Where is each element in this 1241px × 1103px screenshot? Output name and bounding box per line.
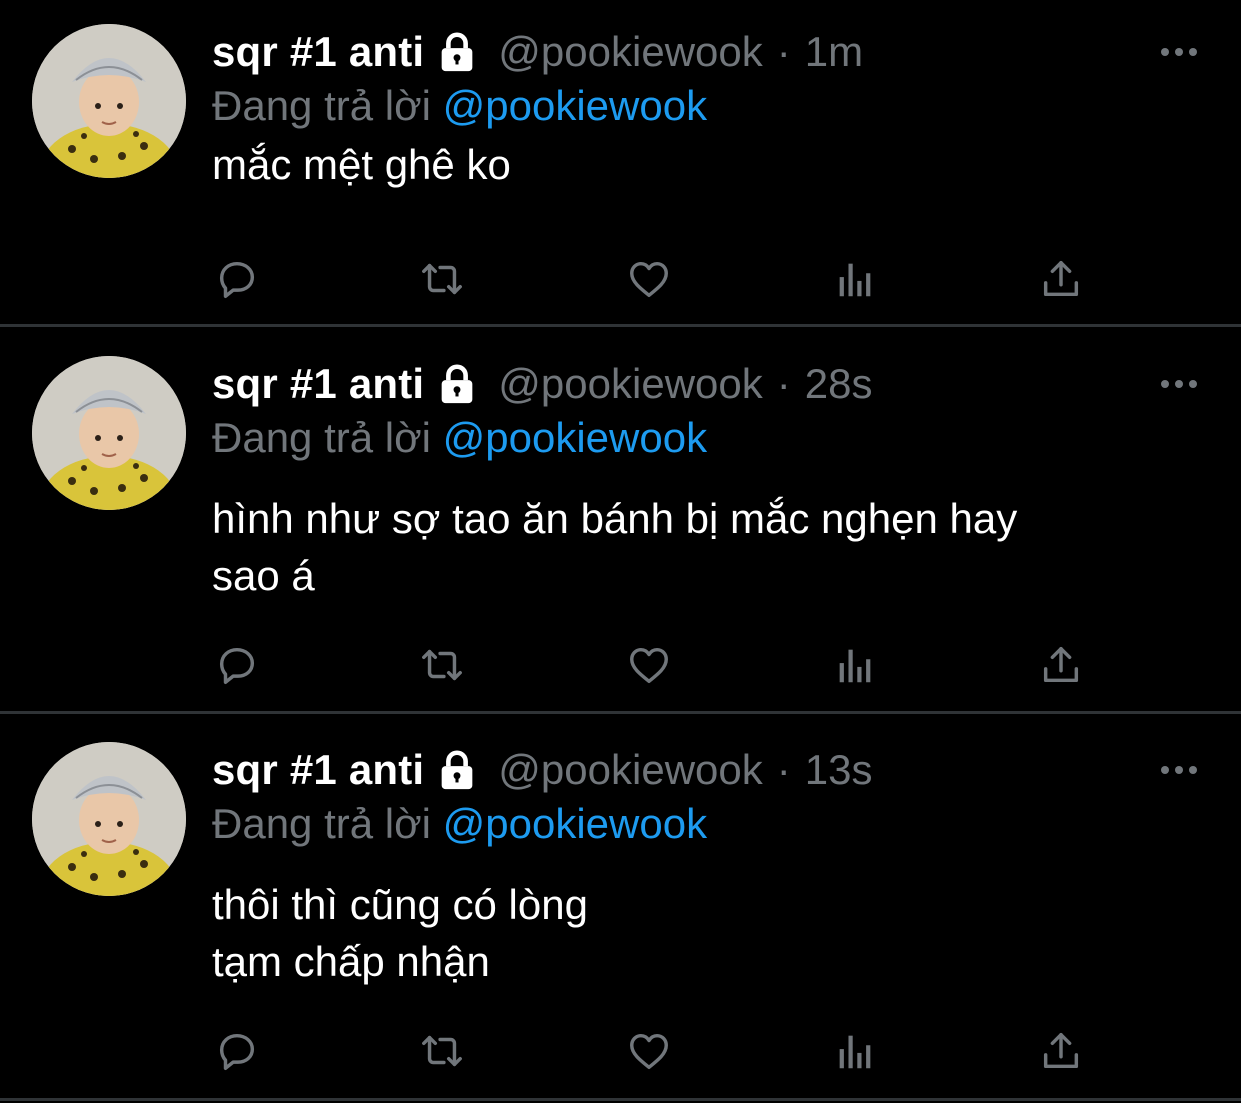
display-name[interactable]: sqr #1 anti bbox=[212, 746, 424, 794]
user-handle[interactable]: @pookiewook bbox=[498, 360, 762, 408]
tweet-text: thôi thì cũng có lòng tạm chấp nhận bbox=[212, 876, 1202, 990]
tweet-text-line: sao á bbox=[212, 552, 315, 599]
replying-to: Đang trả lời @pookiewook bbox=[212, 800, 707, 848]
action-bar bbox=[212, 1026, 1112, 1076]
views-icon[interactable] bbox=[830, 254, 880, 304]
tweet-text: hình như sợ tao ăn bánh bị mắc nghẹn hay… bbox=[212, 490, 1202, 604]
user-handle[interactable]: @pookiewook bbox=[498, 28, 762, 76]
replying-to-mention[interactable]: @pookiewook bbox=[443, 82, 707, 129]
separator-dot: · bbox=[776, 28, 791, 75]
replying-to-mention[interactable]: @pookiewook bbox=[443, 414, 707, 461]
replying-to-label: Đang trả lời bbox=[212, 800, 431, 847]
lock-icon bbox=[434, 29, 480, 75]
replying-to-label: Đang trả lời bbox=[212, 82, 431, 129]
views-icon[interactable] bbox=[830, 640, 880, 690]
replying-to: Đang trả lời @pookiewook bbox=[212, 82, 707, 130]
replying-to: Đang trả lời @pookiewook bbox=[212, 414, 707, 462]
replying-to-label: Đang trả lời bbox=[212, 414, 431, 461]
tweet-header: sqr #1 anti @pookiewook · 28s bbox=[212, 356, 872, 412]
separator-dot: · bbox=[776, 746, 791, 793]
share-icon[interactable] bbox=[1036, 640, 1086, 690]
tweet[interactable]: sqr #1 anti @pookiewook · 1m Đang trả lờ… bbox=[0, 24, 1241, 324]
retweet-icon[interactable] bbox=[417, 1026, 467, 1076]
timestamp[interactable]: 28s bbox=[805, 360, 873, 408]
avatar-image bbox=[32, 24, 186, 178]
separator-dot: · bbox=[776, 360, 791, 407]
tweet[interactable]: sqr #1 anti @pookiewook · 28s Đang trả l… bbox=[0, 356, 1241, 712]
timestamp[interactable]: 1m bbox=[805, 28, 863, 76]
tweet[interactable]: sqr #1 anti @pookiewook · 13s Đang trả l… bbox=[0, 742, 1241, 1098]
more-icon[interactable] bbox=[1157, 372, 1201, 396]
like-icon[interactable] bbox=[624, 640, 674, 690]
like-icon[interactable] bbox=[624, 1026, 674, 1076]
tweet-text-line: tạm chấp nhận bbox=[212, 938, 490, 985]
avatar[interactable] bbox=[32, 742, 186, 896]
avatar[interactable] bbox=[32, 24, 186, 178]
reply-icon[interactable] bbox=[212, 640, 262, 690]
retweet-icon[interactable] bbox=[417, 254, 467, 304]
divider bbox=[0, 324, 1241, 327]
tweet-text-line: thôi thì cũng có lòng bbox=[212, 881, 588, 928]
divider bbox=[0, 1098, 1241, 1101]
avatar[interactable] bbox=[32, 356, 186, 510]
retweet-icon[interactable] bbox=[417, 640, 467, 690]
avatar-image bbox=[32, 356, 186, 510]
timestamp[interactable]: 13s bbox=[805, 746, 873, 794]
views-icon[interactable] bbox=[830, 1026, 880, 1076]
avatar-image bbox=[32, 742, 186, 896]
share-icon[interactable] bbox=[1036, 254, 1086, 304]
lock-icon bbox=[434, 747, 480, 793]
share-icon[interactable] bbox=[1036, 1026, 1086, 1076]
reply-icon[interactable] bbox=[212, 1026, 262, 1076]
more-icon[interactable] bbox=[1157, 40, 1201, 64]
more-icon[interactable] bbox=[1157, 758, 1201, 782]
action-bar bbox=[212, 254, 1112, 304]
divider bbox=[0, 711, 1241, 714]
tweet-text-line: mắc mệt ghê ko bbox=[212, 141, 511, 188]
tweet-feed: sqr #1 anti @pookiewook · 1m Đang trả lờ… bbox=[0, 0, 1241, 1103]
replying-to-mention[interactable]: @pookiewook bbox=[443, 800, 707, 847]
display-name[interactable]: sqr #1 anti bbox=[212, 28, 424, 76]
display-name[interactable]: sqr #1 anti bbox=[212, 360, 424, 408]
tweet-text-line: hình như sợ tao ăn bánh bị mắc nghẹn hay bbox=[212, 495, 1018, 542]
tweet-header: sqr #1 anti @pookiewook · 13s bbox=[212, 742, 872, 798]
lock-icon bbox=[434, 361, 480, 407]
user-handle[interactable]: @pookiewook bbox=[498, 746, 762, 794]
action-bar bbox=[212, 640, 1112, 690]
tweet-header: sqr #1 anti @pookiewook · 1m bbox=[212, 24, 863, 80]
reply-icon[interactable] bbox=[212, 254, 262, 304]
tweet-text: mắc mệt ghê ko bbox=[212, 136, 1202, 193]
like-icon[interactable] bbox=[624, 254, 674, 304]
